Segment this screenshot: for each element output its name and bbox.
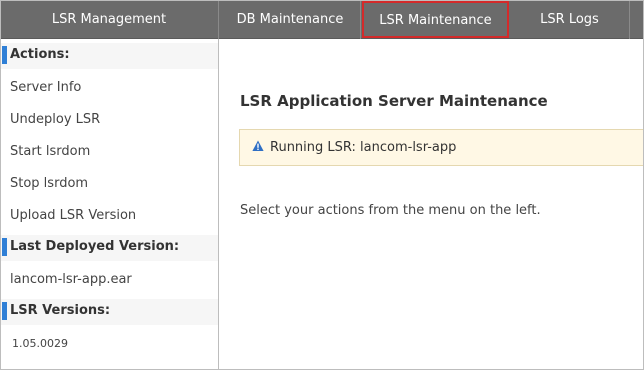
sidebar-item-stop-lsrdom[interactable]: Stop lsrdom bbox=[10, 175, 88, 193]
tab-db-maintenance[interactable]: DB Maintenance bbox=[220, 0, 361, 39]
sidebar-item-undeploy-lsr[interactable]: Undeploy LSR bbox=[10, 111, 100, 129]
sidebar: Actions: Server Info Undeploy LSR Start … bbox=[0, 39, 219, 370]
last-deployed-section-header: Last Deployed Version: bbox=[0, 235, 218, 261]
section-accent-bar bbox=[2, 46, 7, 64]
versions-title: LSR Versions: bbox=[10, 303, 111, 318]
actions-title: Actions: bbox=[10, 47, 70, 62]
top-nav-bar: LSR Management DB Maintenance LSR Mainte… bbox=[0, 0, 644, 39]
actions-section-header: Actions: bbox=[0, 43, 218, 69]
alert-message: Running LSR: lancom-lsr-app bbox=[270, 140, 457, 155]
tab-lsr-logs[interactable]: LSR Logs bbox=[510, 0, 630, 39]
tab-lsr-maintenance[interactable]: LSR Maintenance bbox=[362, 1, 509, 38]
section-accent-bar bbox=[2, 302, 7, 320]
sidebar-item-start-lsrdom[interactable]: Start lsrdom bbox=[10, 143, 90, 161]
sidebar-item-server-info[interactable]: Server Info bbox=[10, 79, 81, 97]
last-deployed-value: lancom-lsr-app.ear bbox=[10, 272, 132, 287]
warning-icon bbox=[252, 140, 264, 151]
section-accent-bar bbox=[2, 238, 7, 256]
versions-section-header: LSR Versions: bbox=[0, 299, 218, 325]
page-title: LSR Application Server Maintenance bbox=[240, 92, 548, 110]
sidebar-item-upload-lsr-version[interactable]: Upload LSR Version bbox=[10, 207, 136, 225]
last-deployed-title: Last Deployed Version: bbox=[10, 239, 180, 254]
version-item[interactable]: 1.05.0029 bbox=[12, 336, 68, 352]
status-alert: Running LSR: lancom-lsr-app bbox=[239, 129, 644, 166]
instruction-text: Select your actions from the menu on the… bbox=[240, 203, 541, 218]
tab-overflow bbox=[631, 0, 644, 39]
main-content: LSR Application Server Maintenance Runni… bbox=[220, 40, 644, 370]
app-brand: LSR Management bbox=[0, 0, 219, 39]
